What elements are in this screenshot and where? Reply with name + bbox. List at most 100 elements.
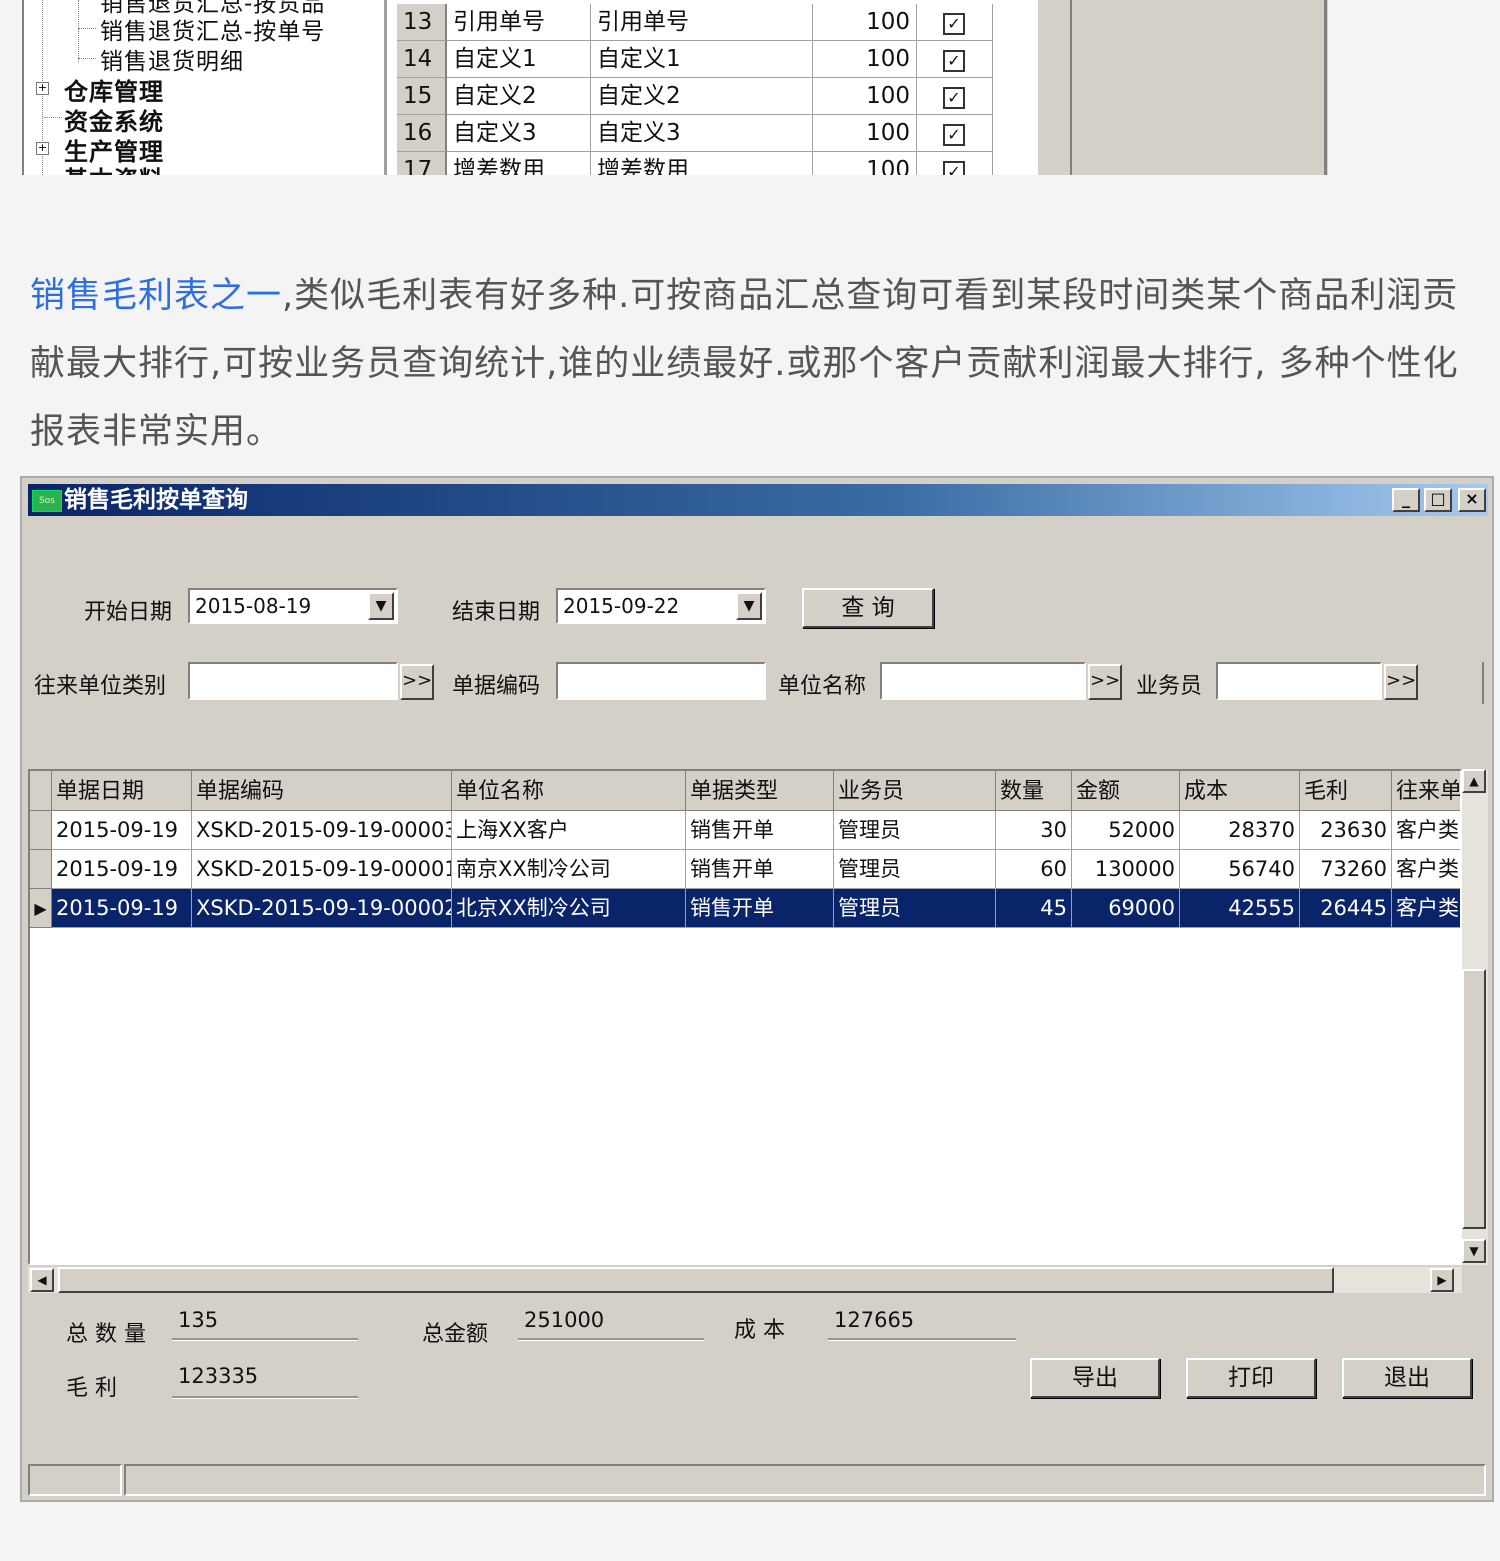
exit-button[interactable]: 退出 (1342, 1358, 1472, 1398)
cell-qty: 30 (996, 811, 1072, 850)
cell-amount: 130000 (1072, 850, 1180, 889)
cell-salesman: 管理员 (834, 889, 996, 928)
scroll-up-icon[interactable]: ▲ (1462, 769, 1486, 793)
partner-type-label: 往来单位类别 (34, 674, 167, 699)
column-header[interactable]: 往来单 (1392, 771, 1460, 811)
scroll-right-icon[interactable]: ▶ (1430, 1268, 1454, 1292)
chevron-down-icon[interactable]: ▼ (736, 592, 762, 620)
start-date-label: 开始日期 (84, 600, 173, 625)
horizontal-scrollbar[interactable]: ◀ ▶ (28, 1267, 1462, 1293)
end-date-value: 2015-09-22 (563, 594, 680, 618)
checkbox[interactable]: ✓ (943, 161, 965, 175)
title-bar[interactable]: Sos 销售毛利按单查询 _ □ × (28, 484, 1488, 516)
field-caption: 自定义1 (591, 41, 813, 78)
cell-doc-no: XSKD-2015-09-19-00001 (192, 850, 452, 889)
visible-cell: ✓ (917, 4, 993, 41)
row-number: 14 (397, 41, 447, 78)
cell-salesman: 管理员 (834, 850, 996, 889)
cell-cost: 56740 (1180, 850, 1300, 889)
cell-amount: 52000 (1072, 811, 1180, 850)
salesman-input[interactable] (1216, 662, 1382, 700)
checkbox[interactable]: ✓ (943, 13, 965, 35)
field-name: 引用单号 (447, 4, 591, 41)
tree-item[interactable]: 销售退货明细 (100, 42, 244, 76)
total-profit-label: 毛 利 (66, 1376, 117, 1401)
expand-icon[interactable]: + (36, 82, 49, 95)
row-number: 16 (397, 115, 447, 152)
scroll-left-icon[interactable]: ◀ (30, 1268, 54, 1292)
tree-connector (78, 58, 96, 59)
total-qty-label: 总 数 量 (66, 1322, 146, 1347)
field-name: 自定义3 (447, 115, 591, 152)
chevron-down-icon[interactable]: ▼ (368, 592, 394, 620)
cell-profit: 26445 (1300, 889, 1392, 928)
field-caption: 引用单号 (591, 4, 813, 41)
scroll-down-icon[interactable]: ▼ (1462, 1239, 1486, 1263)
checkbox[interactable]: ✓ (943, 124, 965, 146)
window-title: 销售毛利按单查询 (64, 487, 248, 513)
vertical-scrollbar[interactable]: ▲ ▼ (1462, 769, 1488, 1265)
checkbox[interactable]: ✓ (943, 87, 965, 109)
tree-item[interactable]: 销售退货汇总-按单号 (100, 12, 325, 46)
field-name: 增差数用 (447, 152, 591, 175)
cell-partner-type: 客户类 (1392, 889, 1460, 928)
column-header[interactable]: 单据编码 (192, 771, 452, 811)
field-width: 100 (813, 4, 917, 41)
expand-icon[interactable]: + (36, 142, 49, 155)
description-paragraph: 销售毛利表之一,类似毛利表有好多种.可按商品汇总查询可看到某段时间类某个商品利润… (30, 262, 1480, 466)
close-button[interactable]: × (1458, 488, 1486, 512)
export-button[interactable]: 导出 (1030, 1358, 1160, 1398)
field-width: 100 (813, 41, 917, 78)
partner-type-input[interactable] (188, 662, 398, 700)
unit-name-input[interactable] (880, 662, 1086, 700)
field-name: 自定义2 (447, 78, 591, 115)
status-pane (124, 1464, 1486, 1496)
underline (172, 1338, 358, 1341)
unit-name-picker-button[interactable]: >> (1088, 664, 1122, 700)
salesman-picker-button[interactable]: >> (1384, 664, 1418, 700)
maximize-button[interactable]: □ (1424, 488, 1452, 512)
cell-doc-type: 销售开单 (686, 811, 834, 850)
vertical-scroll-thumb[interactable] (1462, 969, 1486, 1229)
cell-doc-type: 销售开单 (686, 889, 834, 928)
column-header[interactable]: 金额 (1072, 771, 1180, 811)
total-amount-value: 251000 (524, 1308, 605, 1332)
app-icon: Sos (32, 490, 62, 512)
column-header[interactable]: 单位名称 (452, 771, 686, 811)
column-header[interactable]: 业务员 (834, 771, 996, 811)
table-row-selected[interactable]: ▶ 2015-09-19 XSKD-2015-09-19-00002 北京XX制… (30, 889, 1460, 928)
doc-no-input[interactable] (556, 662, 766, 700)
cell-partner-type: 客户类 (1392, 811, 1460, 850)
tree-connector (78, 28, 96, 29)
row-indicator (30, 850, 52, 889)
end-date-picker[interactable]: 2015-09-22 ▼ (556, 588, 766, 624)
row-indicator-header (30, 771, 52, 811)
field-caption: 增差数用 (591, 152, 813, 175)
toolbar-edge (1482, 662, 1488, 704)
column-header[interactable]: 毛利 (1300, 771, 1392, 811)
field-width: 100 (813, 152, 917, 175)
cell-doc-type: 销售开单 (686, 850, 834, 889)
column-header[interactable]: 单据日期 (52, 771, 192, 811)
field-name: 自定义1 (447, 41, 591, 78)
table-row[interactable]: 2015-09-19 XSKD-2015-09-19-00003 上海XX客户 … (30, 811, 1460, 850)
field-width: 100 (813, 78, 917, 115)
total-qty-value: 135 (178, 1308, 219, 1332)
checkbox[interactable]: ✓ (943, 50, 965, 72)
column-header[interactable]: 单据类型 (686, 771, 834, 811)
horizontal-scroll-thumb[interactable] (58, 1267, 1334, 1293)
print-button[interactable]: 打印 (1186, 1358, 1316, 1398)
partner-type-picker-button[interactable]: >> (400, 664, 434, 700)
query-button[interactable]: 查 询 (802, 588, 934, 628)
column-header[interactable]: 成本 (1180, 771, 1300, 811)
total-profit-value: 123335 (178, 1364, 259, 1388)
total-cost-value: 127665 (834, 1308, 915, 1332)
column-header[interactable]: 数量 (996, 771, 1072, 811)
start-date-picker[interactable]: 2015-08-19 ▼ (188, 588, 398, 624)
table-row[interactable]: 2015-09-19 XSKD-2015-09-19-00001 南京XX制冷公… (30, 850, 1460, 889)
total-cost-label: 成 本 (734, 1318, 785, 1343)
visible-cell: ✓ (917, 152, 993, 175)
minimize-button[interactable]: _ (1392, 488, 1420, 512)
tree-item-basic-data[interactable]: 基本资料 (64, 160, 164, 175)
row-indicator (30, 811, 52, 850)
